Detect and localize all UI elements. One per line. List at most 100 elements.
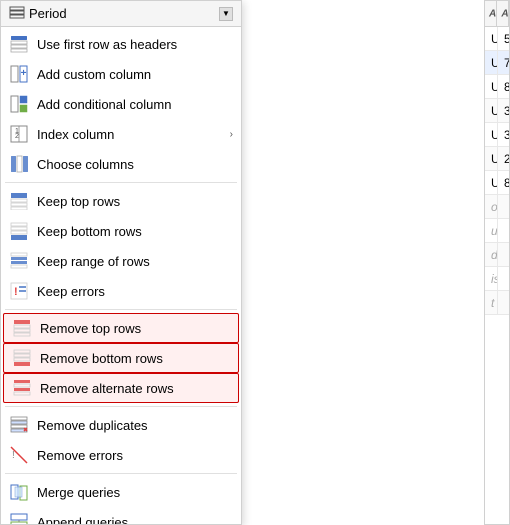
menu-item-remove-bottom-rows[interactable]: Remove bottom rows xyxy=(3,343,239,373)
append-queries-icon xyxy=(9,512,29,524)
country-cell: USA xyxy=(485,75,498,98)
units-cell: 89 xyxy=(498,75,509,98)
menu-item-index-column[interactable]: 1 2 Index column › xyxy=(1,119,241,149)
keep-errors-label: Keep errors xyxy=(37,284,233,299)
index-column-label: Index column xyxy=(37,127,222,142)
remove-bottom-rows-label: Remove bottom rows xyxy=(40,351,230,366)
menu-header: Period ▼ xyxy=(1,1,241,27)
country-cell: t eget... xyxy=(485,291,498,314)
add-custom-column-label: Add custom column xyxy=(37,67,233,82)
remove-alternate-rows-label: Remove alternate rows xyxy=(40,381,230,396)
keep-top-icon xyxy=(9,191,29,211)
table-row: din te... xyxy=(485,243,509,267)
table-row: USA 71 xyxy=(485,51,509,75)
table-row: t eget... xyxy=(485,291,509,315)
country-type-icon: ABC xyxy=(489,7,497,19)
menu-item-keep-range-of-rows[interactable]: Keep range of rows xyxy=(1,246,241,276)
choose-columns-label: Choose columns xyxy=(37,157,233,172)
country-column-header[interactable]: ABC Country ▼ xyxy=(485,1,497,26)
menu-item-add-conditional-column[interactable]: Add conditional column xyxy=(1,89,241,119)
menu-item-remove-errors[interactable]: ! Remove errors xyxy=(1,440,241,470)
table-row: USA 39 xyxy=(485,99,509,123)
separator-1 xyxy=(5,182,237,183)
svg-text:+: + xyxy=(21,68,27,79)
remove-duplicates-label: Remove duplicates xyxy=(37,418,233,433)
remove-duplicates-icon xyxy=(9,415,29,435)
context-menu: Period ▼ Use first row as headers xyxy=(0,0,242,525)
country-cell: USA xyxy=(485,147,498,170)
units-cell xyxy=(498,291,509,314)
menu-item-keep-errors[interactable]: ! Keep errors xyxy=(1,276,241,306)
svg-text:!: ! xyxy=(14,286,18,298)
country-cell: us risu... xyxy=(485,219,498,242)
menu-item-merge-queries[interactable]: Merge queries xyxy=(1,477,241,507)
keep-range-icon xyxy=(9,251,29,271)
table-row: onsect... xyxy=(485,195,509,219)
country-cell: USA xyxy=(485,123,498,146)
table-header: ABC Country ▼ ABC Units ▼ xyxy=(485,1,509,27)
merge-queries-icon xyxy=(9,482,29,502)
country-cell: din te... xyxy=(485,243,498,266)
units-cell: 33 xyxy=(498,123,509,146)
menu-item-remove-duplicates[interactable]: Remove duplicates xyxy=(1,410,241,440)
add-cond-column-icon xyxy=(9,94,29,114)
units-cell xyxy=(498,195,509,218)
separator-3 xyxy=(5,406,237,407)
choose-columns-icon xyxy=(9,154,29,174)
remove-bottom-icon xyxy=(12,348,32,368)
keep-bottom-icon xyxy=(9,221,29,241)
add-column-icon: + xyxy=(9,64,29,84)
country-cell: ismo... xyxy=(485,267,498,290)
country-cell: USA xyxy=(485,51,498,74)
menu-item-choose-columns[interactable]: Choose columns xyxy=(1,149,241,179)
units-cell xyxy=(498,243,509,266)
country-cell: USA xyxy=(485,171,498,194)
units-cell: 71 xyxy=(498,51,509,74)
country-cell: USA xyxy=(485,99,498,122)
keep-top-rows-label: Keep top rows xyxy=(37,194,233,209)
units-cell xyxy=(498,267,509,290)
menu-item-add-custom-column[interactable]: + Add custom column xyxy=(1,59,241,89)
table-row: USA 22 xyxy=(485,147,509,171)
separator-4 xyxy=(5,473,237,474)
main-container: Period ▼ Use first row as headers xyxy=(0,0,510,525)
table-row: us risu... xyxy=(485,219,509,243)
remove-errors-label: Remove errors xyxy=(37,448,233,463)
remove-alternate-icon xyxy=(12,378,32,398)
country-cell: onsect... xyxy=(485,195,498,218)
remove-top-icon xyxy=(12,318,32,338)
index-column-arrow: › xyxy=(230,129,233,140)
table-row: USA 88 xyxy=(485,171,509,195)
append-queries-label: Append queries xyxy=(37,515,233,525)
table-row: USA 89 xyxy=(485,75,509,99)
units-cell: 88 xyxy=(498,171,509,194)
index-column-icon: 1 2 xyxy=(9,124,29,144)
svg-text:2: 2 xyxy=(15,133,19,140)
menu-header-dropdown[interactable]: ▼ xyxy=(219,7,233,21)
menu-header-title: Period xyxy=(29,6,215,21)
units-cell: 39 xyxy=(498,99,509,122)
keep-errors-icon: ! xyxy=(9,281,29,301)
keep-bottom-rows-label: Keep bottom rows xyxy=(37,224,233,239)
use-first-row-label: Use first row as headers xyxy=(37,37,233,52)
add-conditional-column-label: Add conditional column xyxy=(37,97,233,112)
table-row: ismo... xyxy=(485,267,509,291)
units-cell: 22 xyxy=(498,147,509,170)
units-cell: 51 xyxy=(498,27,509,50)
remove-top-rows-label: Remove top rows xyxy=(40,321,230,336)
menu-item-keep-bottom-rows[interactable]: Keep bottom rows xyxy=(1,216,241,246)
separator-2 xyxy=(5,309,237,310)
menu-item-use-first-row[interactable]: Use first row as headers xyxy=(1,29,241,59)
use-first-row-icon xyxy=(9,34,29,54)
table-body: USA 51 USA 71 USA 89 USA 39 USA 33 xyxy=(485,27,509,524)
units-column-header[interactable]: ABC Units ▼ xyxy=(497,1,509,26)
menu-item-keep-top-rows[interactable]: Keep top rows xyxy=(1,186,241,216)
table-row: USA 33 xyxy=(485,123,509,147)
data-table: ABC Country ▼ ABC Units ▼ USA 51 USA 71 xyxy=(484,0,510,525)
units-cell xyxy=(498,219,509,242)
svg-text:!: ! xyxy=(12,450,15,461)
period-column-icon xyxy=(9,6,25,22)
menu-item-append-queries[interactable]: Append queries xyxy=(1,507,241,524)
menu-item-remove-alternate-rows[interactable]: Remove alternate rows xyxy=(3,373,239,403)
menu-item-remove-top-rows[interactable]: Remove top rows xyxy=(3,313,239,343)
